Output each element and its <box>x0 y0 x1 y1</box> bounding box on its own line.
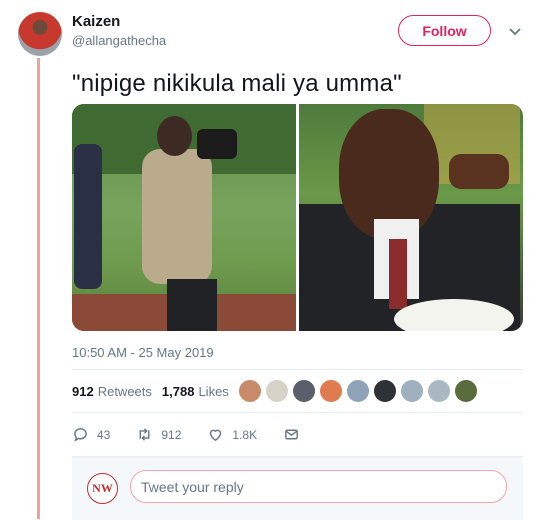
like-button[interactable]: 1.8K <box>207 426 257 443</box>
message-button[interactable] <box>283 426 300 443</box>
avatar[interactable] <box>400 379 424 403</box>
tweet-text: "nipige nikikula mali ya umma" <box>72 70 402 97</box>
reply-count: 43 <box>97 427 111 442</box>
reply-input[interactable]: Tweet your reply <box>130 470 507 503</box>
user-name[interactable]: Kaizen <box>72 13 120 30</box>
avatar[interactable] <box>427 379 451 403</box>
likers-avatars[interactable] <box>238 379 478 403</box>
heart-icon <box>210 429 222 442</box>
retweet-count: 912 <box>161 427 182 442</box>
tweet-media[interactable] <box>72 104 523 331</box>
avatar[interactable] <box>292 379 316 403</box>
reply-box: NW Tweet your reply <box>72 456 523 520</box>
divider <box>72 412 523 413</box>
chevron-down-icon[interactable] <box>508 24 522 38</box>
tweet-actions: 43 912 1.8K <box>72 426 326 443</box>
divider <box>72 369 523 370</box>
avatar[interactable] <box>265 379 289 403</box>
like-count: 1.8K <box>232 427 258 442</box>
reply-button[interactable]: 43 <box>72 426 110 443</box>
follow-button[interactable]: Follow <box>398 15 491 46</box>
reply-icon <box>74 428 87 442</box>
photo-eating[interactable] <box>299 104 523 331</box>
avatar[interactable] <box>454 379 478 403</box>
engagement-stats: 912 Retweets 1,788 Likes <box>72 384 229 399</box>
avatar[interactable] <box>319 379 343 403</box>
avatar[interactable] <box>238 379 262 403</box>
thread-line <box>37 58 40 519</box>
tweet-timestamp[interactable]: 10:50 AM - 25 May 2019 <box>72 345 214 360</box>
retweet-button[interactable]: 912 <box>136 426 181 443</box>
retweet-icon <box>139 428 150 441</box>
likes-stat[interactable]: 1,788 Likes <box>162 384 229 399</box>
avatar[interactable] <box>373 379 397 403</box>
user-handle[interactable]: @allangathecha <box>72 33 166 48</box>
avatar[interactable]: NW <box>87 473 118 504</box>
avatar[interactable] <box>346 379 370 403</box>
retweets-stat[interactable]: 912 Retweets <box>72 384 152 399</box>
envelope-icon <box>285 429 298 440</box>
avatar[interactable] <box>18 12 62 56</box>
photo-photographer[interactable] <box>72 104 296 331</box>
